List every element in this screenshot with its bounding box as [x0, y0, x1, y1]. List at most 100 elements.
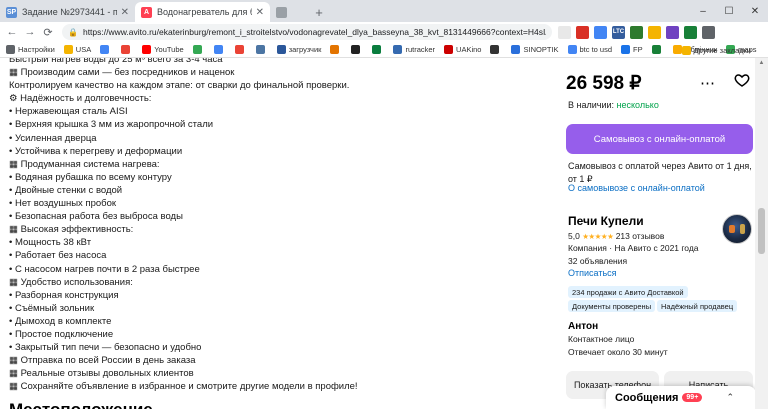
reload-button[interactable]: ⟳ — [40, 24, 56, 40]
bookmark-loader[interactable]: загрузчик — [276, 45, 321, 54]
bookmark-b2[interactable] — [351, 45, 363, 54]
bookmark-icon — [351, 45, 361, 54]
bookmark-rutracker[interactable]: rutracker — [393, 45, 435, 54]
address-bar[interactable]: 🔒 https://www.avito.ru/ekaterinburg/remo… — [62, 24, 552, 40]
maximize-button[interactable]: ☐ — [716, 0, 742, 22]
price: 26 598 ₽ — [566, 73, 642, 94]
gear-icon — [6, 45, 15, 54]
bookmark-youtube[interactable]: YouTube — [142, 45, 184, 54]
scroll-up-icon[interactable]: ▲ — [755, 58, 768, 68]
bookmark-gmail[interactable] — [121, 45, 133, 54]
tab-avito[interactable]: A Водонагреватель для бассейна 3 ✕ — [135, 2, 270, 22]
description-line: Контролируем качество на каждом этапе: о… — [9, 80, 350, 92]
description-line: • Простое подключение — [9, 328, 114, 340]
description-line: • Закрытый тип печи — безопасно и удобно — [9, 342, 202, 354]
description-line: • С насосом нагрев почти в 2 раза быстре… — [9, 263, 200, 275]
tab-blank[interactable] — [270, 2, 310, 22]
bookmark-g2[interactable] — [213, 45, 226, 54]
tab-strip: SP Задание №2973441 - просмотр з ✕ A Вод… — [0, 0, 768, 22]
bookmark-icon — [490, 45, 500, 54]
bookmark-sinoptik[interactable]: SINOPTIK — [511, 45, 559, 54]
extension-icon[interactable] — [576, 25, 589, 39]
uakino-icon — [444, 45, 454, 54]
extension-icon[interactable] — [684, 25, 697, 39]
badge-deliveries: 234 продажи с Авито Доставкой — [568, 286, 688, 298]
bookmark-b5[interactable] — [651, 45, 664, 54]
bookmark-fp[interactable]: FP — [621, 45, 643, 54]
google-icon — [192, 45, 202, 54]
description-line: ▦ Отправка по всей России в день заказа — [9, 355, 196, 367]
description-line: ▦ Высокая эффективность: — [9, 224, 134, 236]
bookmark-g1[interactable] — [192, 45, 205, 54]
description-line: • Нет воздушных пробок — [9, 198, 117, 210]
folder-icon — [681, 45, 691, 55]
bookmark-b3[interactable] — [372, 45, 384, 54]
more-options-icon[interactable]: ⋯ — [700, 74, 715, 92]
description-line: • Нержавеющая сталь AISI — [9, 106, 128, 118]
google-icon — [100, 45, 110, 54]
bookmark-vk[interactable] — [255, 45, 268, 54]
description-line: • Дымоход в комплекте — [9, 315, 112, 327]
bookmark-b4[interactable] — [490, 45, 502, 54]
extension-icon[interactable] — [702, 25, 715, 39]
description-line: • Верхняя крышка 3 мм из жаропрочной ста… — [9, 119, 214, 131]
tab-task[interactable]: SP Задание №2973441 - просмотр з ✕ — [0, 2, 135, 22]
tab-favicon-icon: SP — [6, 6, 17, 18]
extension-icon[interactable] — [666, 25, 679, 39]
new-tab-button[interactable]: + — [310, 2, 328, 22]
item-description: Быстрый нагрев воды до 25 м³ всего за 3-… — [9, 58, 549, 393]
back-button[interactable]: ← — [4, 24, 20, 40]
messages-label: Сообщения — [615, 391, 679, 404]
close-icon[interactable]: ✕ — [121, 7, 129, 18]
seller-name[interactable]: Печи Купели — [568, 214, 644, 228]
description-line: • Съёмный зольник — [9, 302, 95, 314]
bookmark-b1[interactable] — [330, 45, 342, 54]
extensions-bar: LTC — [558, 25, 720, 39]
description-line: • Безопасная работа без выброса воды — [9, 211, 183, 223]
close-window-button[interactable]: ✕ — [742, 0, 768, 22]
tab-title: Водонагреватель для бассейна 3 — [157, 7, 252, 17]
extension-icon[interactable] — [630, 25, 643, 39]
bookmark-btc[interactable]: btc to usd — [567, 45, 612, 54]
description-line: • Двойные стенки с водой — [9, 184, 123, 196]
extension-icon[interactable]: LTC — [612, 25, 625, 39]
messages-widget[interactable]: Сообщения 99+ ⌃ — [606, 386, 756, 409]
extension-icon[interactable] — [558, 25, 571, 39]
description-line: Быстрый нагрев воды до 25 м³ всего за 3-… — [9, 58, 223, 65]
rutracker-icon — [393, 45, 403, 54]
window-controls: – ☐ ✕ — [690, 0, 768, 22]
description-line: • Разборная конструкция — [9, 289, 119, 301]
bookmark-usa[interactable]: USA — [63, 45, 91, 54]
seller-company: Компания · На Авито с 2021 года — [568, 243, 699, 253]
extension-icon[interactable] — [594, 25, 607, 39]
youtube-icon — [142, 45, 152, 54]
forward-button[interactable]: → — [22, 24, 38, 40]
url-text: https://www.avito.ru/ekaterinburg/remont… — [82, 27, 546, 37]
extension-icon[interactable] — [648, 25, 661, 39]
seller-rating[interactable]: 5,0 ★★★★★ 213 отзывов — [568, 231, 664, 241]
bookmarks-bar: Настройки USA YouTube загрузчик rutracke… — [0, 42, 768, 58]
weather-icon — [511, 45, 521, 54]
seller-avatar[interactable] — [722, 214, 752, 244]
chevron-up-icon[interactable]: ⌃ — [726, 392, 734, 403]
bookmark-settings[interactable]: Настройки — [6, 45, 55, 54]
page-scrollbar[interactable]: ▲ — [755, 58, 768, 409]
scrollbar-thumb[interactable] — [758, 208, 765, 254]
lock-icon: 🔒 — [68, 27, 78, 37]
bookmark-other[interactable]: Другие закладки — [681, 42, 751, 58]
pickup-online-payment-button[interactable]: Самовывоз с онлайн-оплатой — [566, 124, 753, 154]
bookmark-uakino[interactable]: UAKino — [444, 45, 481, 54]
bookmark-g3[interactable] — [234, 45, 247, 54]
close-icon[interactable]: ✕ — [256, 7, 264, 18]
favorite-heart-icon[interactable] — [734, 72, 750, 88]
bookmark-icon — [621, 45, 631, 54]
description-line: • Мощность 38 кВт — [9, 237, 92, 249]
pickup-info-link[interactable]: О самовывозе с онлайн-оплатой — [568, 183, 705, 193]
minimize-button[interactable]: – — [690, 0, 716, 22]
unsubscribe-link[interactable]: Отписаться — [568, 268, 617, 278]
bookmark-google[interactable] — [100, 45, 112, 54]
tab-favicon-icon: A — [141, 6, 152, 18]
tab-title: Задание №2973441 - просмотр з — [22, 7, 117, 17]
gmail-icon — [121, 45, 131, 54]
bookmark-icon — [330, 45, 340, 54]
